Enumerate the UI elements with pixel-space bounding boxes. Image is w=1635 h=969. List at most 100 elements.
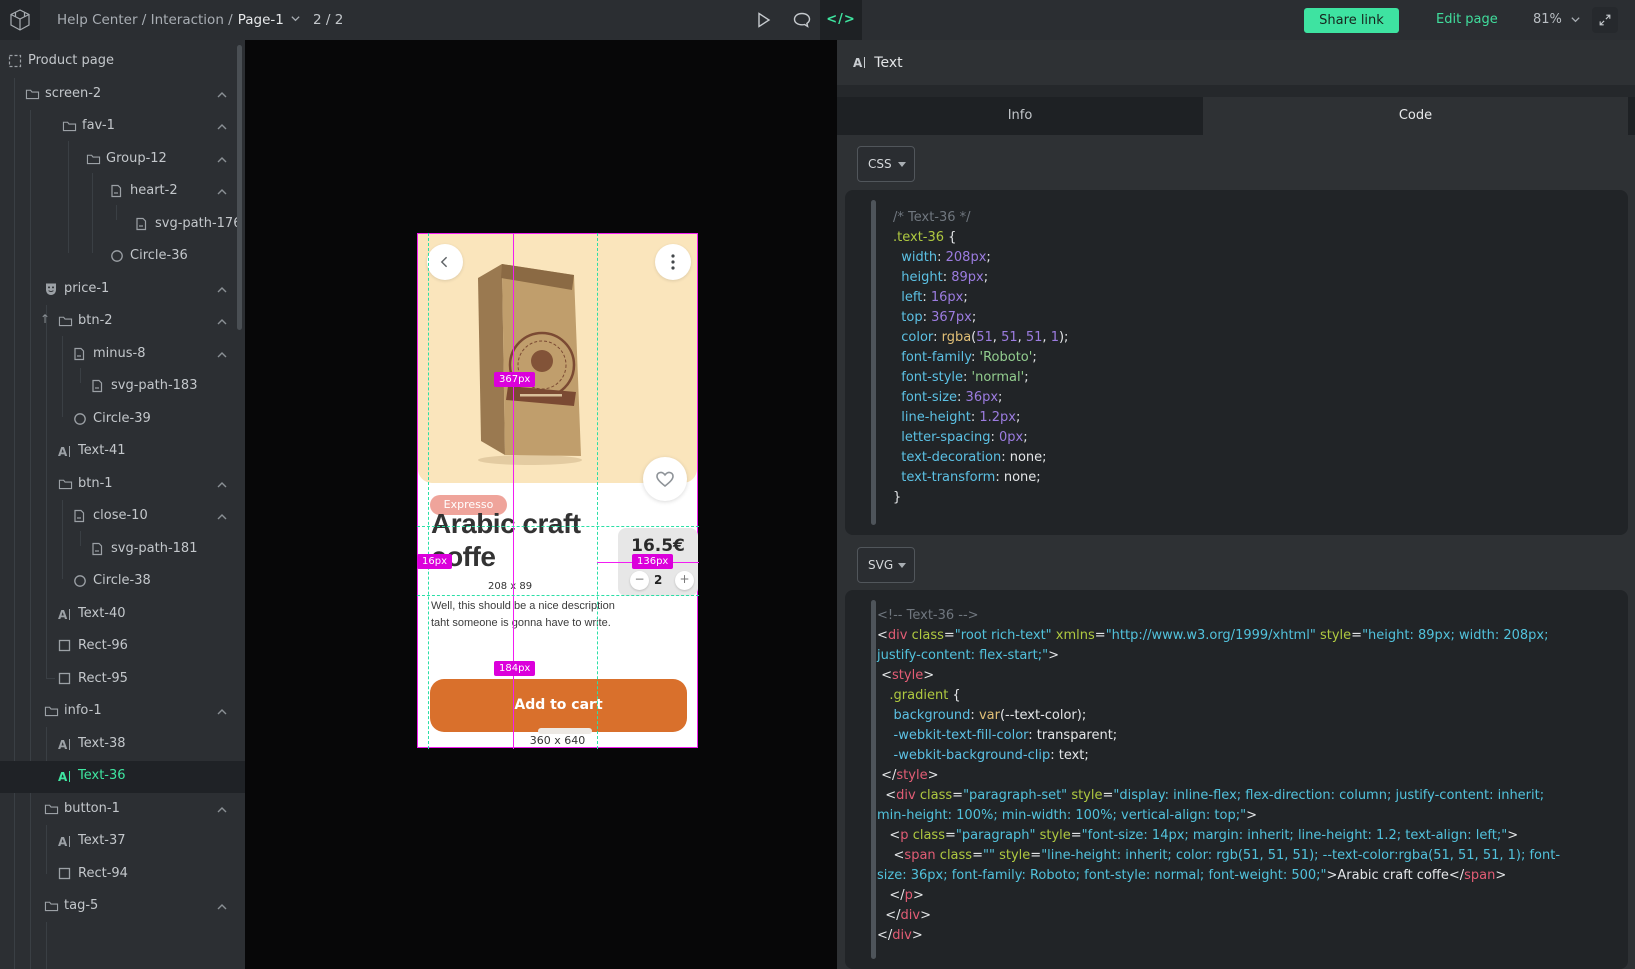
layer-label: info-1 [64, 703, 102, 718]
css-code-line: color: rgba(51, 51, 51, 1); [893, 328, 1608, 348]
chevron-down-icon[interactable] [290, 13, 301, 24]
comment-icon[interactable] [792, 10, 812, 30]
play-icon[interactable] [753, 10, 773, 30]
folder-icon [44, 899, 60, 915]
css-code-line: text-transform: none; [893, 468, 1608, 488]
css-code-line: top: 367px; [893, 308, 1608, 328]
layer-row-Circle-39[interactable]: Circle-39 [0, 404, 245, 436]
chevron-up-icon[interactable] [216, 706, 228, 718]
code-view-button[interactable]: </> [820, 0, 862, 40]
layer-row-Product page[interactable]: Product page [0, 46, 245, 78]
css-code-line: left: 16px; [893, 288, 1608, 308]
chevron-up-icon[interactable] [216, 316, 228, 328]
text-icon: A [58, 607, 74, 623]
chevron-up-icon[interactable] [216, 804, 228, 816]
chevron-down-icon [1570, 14, 1581, 25]
layer-row-close-10[interactable]: close-10 [0, 501, 245, 533]
chevron-up-icon[interactable] [216, 284, 228, 296]
selected-element-header: A Text [837, 40, 1635, 85]
tab-info[interactable]: Info [837, 97, 1203, 135]
selected-element-type: Text [874, 55, 902, 71]
chevron-up-icon[interactable] [216, 154, 228, 166]
layer-label: Rect-95 [78, 671, 128, 686]
layer-label: price-1 [64, 281, 109, 296]
chevron-up-icon[interactable] [216, 901, 228, 913]
layer-row-Group-12[interactable]: Group-12 [0, 144, 245, 176]
product-title[interactable]: Arabic craftcoffe [431, 507, 611, 573]
css-language-select[interactable]: CSS [857, 146, 915, 182]
coffee-bag-image[interactable] [468, 248, 596, 468]
chevron-up-icon[interactable] [216, 89, 228, 101]
layer-row-heart-2[interactable]: heart-2 [0, 176, 245, 208]
layer-row-Text-36[interactable]: AText-36 [0, 761, 245, 793]
product-hero-area[interactable] [418, 234, 697, 483]
chevron-up-icon[interactable] [216, 186, 228, 198]
svg-code-line: <p class="paragraph" style="font-size: 1… [877, 826, 1608, 846]
layer-row-info-1[interactable]: info-1 [0, 696, 245, 728]
chevron-up-icon[interactable] [216, 349, 228, 361]
code-scrollbar[interactable] [871, 600, 876, 959]
sidebar-scrollbar[interactable] [237, 45, 242, 330]
layer-row-Text-40[interactable]: AText-40 [0, 599, 245, 631]
chevron-up-icon[interactable] [216, 479, 228, 491]
component-arrow-icon: ↑ [40, 312, 50, 326]
svg-code-line: </div> [877, 926, 1608, 946]
back-button[interactable] [427, 244, 463, 280]
edit-page-link[interactable]: Edit page [1436, 0, 1498, 40]
quantity-increase-button[interactable]: + [675, 571, 694, 590]
file-icon [91, 542, 107, 558]
layer-row-btn-2[interactable]: btn-2 [0, 306, 245, 338]
code-scrollbar[interactable] [871, 200, 876, 525]
breadcrumb[interactable]: Help Center / Interaction /Page-1 [57, 0, 301, 40]
layer-row-svg-path-183[interactable]: svg-path-183 [0, 371, 245, 403]
layer-row-btn-1[interactable]: btn-1 [0, 469, 245, 501]
tab-code[interactable]: Code [1203, 97, 1628, 135]
design-canvas[interactable]: Expresso Arabic craftcoffe 208 x 89 16.5… [245, 40, 837, 969]
layer-label: btn-2 [78, 313, 113, 328]
layer-label: tag-5 [64, 898, 98, 913]
svg-code-line: <style> [877, 666, 1608, 686]
screen-size-label: 360 x 640 [418, 734, 697, 747]
layer-row-Text-37[interactable]: AText-37 [0, 826, 245, 858]
layer-row-Text-38[interactable]: AText-38 [0, 729, 245, 761]
quantity-decrease-button[interactable]: − [630, 571, 649, 590]
layer-row-Circle-36[interactable]: Circle-36 [0, 241, 245, 273]
layer-row-Circle-38[interactable]: Circle-38 [0, 566, 245, 598]
add-to-cart-button[interactable]: Add to cart [430, 679, 687, 732]
layer-row-fav-1[interactable]: fav-1 [0, 111, 245, 143]
text-icon: A [58, 769, 74, 785]
layer-row-Rect-95[interactable]: Rect-95 [0, 664, 245, 696]
layer-row-tag-5[interactable]: tag-5 [0, 891, 245, 923]
chevron-up-icon[interactable] [216, 511, 228, 523]
layer-row-Rect-94[interactable]: Rect-94 [0, 859, 245, 891]
kebab-menu-icon [671, 254, 675, 270]
product-description: Well, this should be a nice descriptiont… [431, 598, 615, 632]
layer-row-Rect-96[interactable]: Rect-96 [0, 631, 245, 663]
svg-code-line: .gradient { [877, 686, 1608, 706]
app-logo-icon[interactable] [0, 0, 40, 40]
layer-row-minus-8[interactable]: minus-8 [0, 339, 245, 371]
more-options-button[interactable] [655, 244, 691, 280]
phone-mockup[interactable]: Expresso Arabic craftcoffe 208 x 89 16.5… [417, 233, 698, 748]
zoom-level-control[interactable]: 81% [1533, 0, 1581, 40]
circle-icon [73, 574, 89, 590]
svg-language-select[interactable]: SVG [857, 547, 915, 583]
layer-row-button-1[interactable]: button-1 [0, 794, 245, 826]
inspector-panel: A Text Info Code CSS /* Text-36 */.text-… [837, 40, 1635, 969]
layer-row-Text-41[interactable]: AText-41 [0, 436, 245, 468]
share-link-button[interactable]: Share link [1304, 8, 1399, 33]
fullscreen-button[interactable] [1592, 7, 1618, 33]
layer-label: Circle-39 [93, 411, 151, 426]
layer-row-svg-path-176[interactable]: svg-path-176 [0, 209, 245, 241]
layer-row-screen-2[interactable]: screen-2 [0, 79, 245, 111]
favorite-button[interactable] [643, 457, 687, 501]
svg-code-line: background: var(--text-color); [877, 706, 1608, 726]
text-icon: A [58, 737, 74, 753]
layers-panel: Product pagescreen-2fav-1Group-12heart-2… [0, 40, 245, 969]
expand-arrows-icon [1598, 13, 1612, 27]
chevron-up-icon[interactable] [216, 121, 228, 133]
layer-row-svg-path-181[interactable]: svg-path-181 [0, 534, 245, 566]
chevron-left-icon [437, 254, 453, 270]
layer-row-price-1[interactable]: price-1 [0, 274, 245, 306]
svg-code-line: </p> [877, 886, 1608, 906]
